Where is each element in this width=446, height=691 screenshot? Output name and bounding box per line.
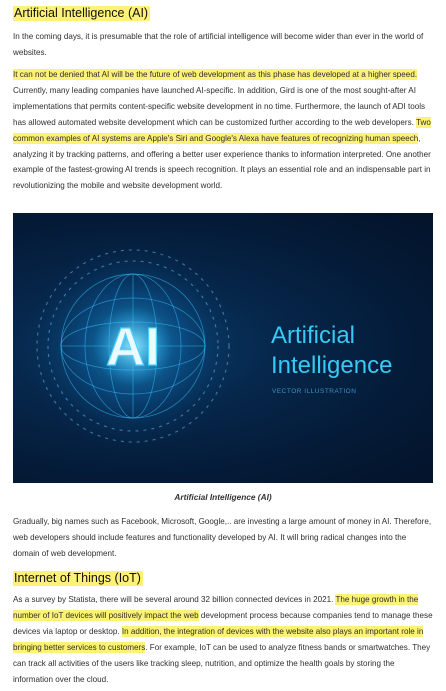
- paragraph-text: As a survey by Statista, there will be s…: [13, 595, 336, 604]
- ai-title-line2: Intelligence: [271, 352, 392, 379]
- article-page: Artificial Intelligence (AI) In the comi…: [0, 0, 446, 691]
- paragraph-iot: As a survey by Statista, there will be s…: [13, 592, 433, 687]
- paragraph-text: Currently, many leading companies have l…: [13, 85, 426, 127]
- ai-subtitle: VECTOR ILLUSTRATION: [272, 388, 356, 395]
- ai-illustration-svg: AI Artificial Intelligence VECTOR ILLUST…: [18, 231, 392, 461]
- paragraph-ai-future: It can not be denied that AI will be the…: [13, 67, 433, 194]
- ai-mark-text: AI: [106, 317, 160, 377]
- highlight-text: It can not be denied that AI will be the…: [13, 69, 418, 80]
- ai-illustration-image: AI Artificial Intelligence VECTOR ILLUST…: [13, 213, 433, 483]
- paragraph-intro: In the coming days, it is presumable tha…: [13, 32, 424, 57]
- section-heading-ai: Artificial Intelligence (AI): [13, 6, 151, 21]
- paragraph-investment: Gradually, big names such as Facebook, M…: [13, 517, 432, 558]
- ai-title-line1: Artificial: [271, 322, 355, 349]
- image-caption: Artificial Intelligence (AI): [174, 492, 272, 502]
- section-heading-iot: Internet of Things (IoT): [13, 571, 143, 586]
